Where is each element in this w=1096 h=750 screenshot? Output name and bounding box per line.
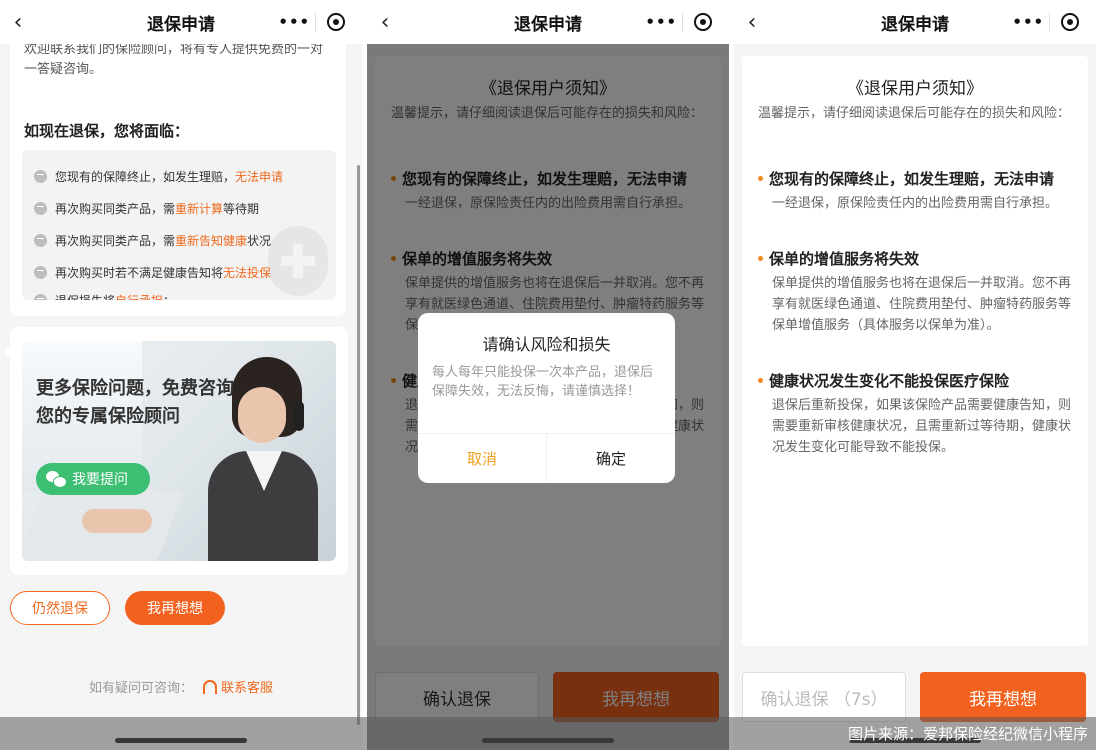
risk-item: 再次购买时若不满足健康告知将 无法投保 xyxy=(34,264,271,281)
image-source-caption: 图片来源：爱邦保险经纪微信小程序 xyxy=(847,725,1088,743)
risk-item: 退保损失将自行承担； xyxy=(34,292,175,300)
screen-retention-page: ‹ 退保申请 ••• 欢迎联系我们的保险顾问，将有专人提供免费的一对一答疑咨询。… xyxy=(0,0,362,750)
section-body: 保单提供的增值服务也将在退保后一并取消。您不再享有就医绿色通道、住院费用垫付、肿… xyxy=(772,276,1072,333)
section-body: 一经退保，原保险责任内的出险费用需自行承担。 xyxy=(772,196,1059,211)
close-target-icon[interactable] xyxy=(682,13,723,31)
notice-card: 《退保用户须知》 温馨提示，请仔细阅读退保后可能存在的损失和风险： 您现有的保障… xyxy=(742,56,1088,646)
risk-text-end: 等待期 xyxy=(223,202,260,216)
still-surrender-button[interactable]: 仍然退保 xyxy=(10,591,110,625)
customer-service-icon[interactable] xyxy=(203,679,217,694)
section-heading: 您现有的保障终止，如发生理赔，无法申请 xyxy=(769,170,1055,188)
back-icon[interactable]: ‹ xyxy=(742,10,762,35)
risk-highlight: 重新告知健康 xyxy=(175,234,248,248)
contact-prefix: 如有疑问可咨询： xyxy=(88,681,193,696)
section-body: 退保后重新投保，如果该保险产品需要健康告知，则需要重新审核健康状况，且需重新过等… xyxy=(772,398,1072,455)
source-caption-bar: 图片来源：爱邦保险经纪微信小程序 xyxy=(0,717,1096,750)
close-target-icon[interactable] xyxy=(315,13,356,31)
hand-illustration xyxy=(82,509,152,533)
notice-section: 您现有的保障终止，如发生理赔，无法申请 一经退保，原保险责任内的出险费用需自行承… xyxy=(758,168,1074,214)
bullet-dot-icon xyxy=(758,378,763,383)
notice-section: 健康状况发生变化不能投保医疗保险 退保后重新投保，如果该保险产品需要健康告知，则… xyxy=(758,370,1074,458)
more-icon[interactable]: ••• xyxy=(274,13,315,31)
mini-program-capsule: ••• xyxy=(1008,7,1090,37)
risk-item: 再次购买同类产品，需 重新计算 等待期 xyxy=(34,200,259,217)
notice-title: 《退保用户须知》 xyxy=(847,79,983,99)
dialog-cancel-button[interactable]: 取消 xyxy=(418,434,547,483)
section-heading: 健康状况发生变化不能投保医疗保险 xyxy=(769,372,1010,390)
notice-tip: 温馨提示，请仔细阅读退保后可能存在的损失和风险： xyxy=(758,106,1071,121)
risk-text-end: ； xyxy=(163,292,175,300)
risk-text: 再次购买同类产品，需 xyxy=(55,234,176,248)
sad-face-icon xyxy=(34,234,47,247)
risk-text: 您现有的保障终止，如发生理赔， xyxy=(55,170,236,184)
contact-row: 如有疑问可咨询： 联系客服 xyxy=(0,677,362,696)
risk-item: 您现有的保障终止，如发生理赔， 无法申请 xyxy=(34,168,283,185)
nav-bar: ‹ 退保申请 ••• xyxy=(734,0,1096,44)
section-heading: 保单的增值服务将失效 xyxy=(769,250,920,268)
risk-item: 再次购买同类产品，需 重新告知健康 状况 xyxy=(34,232,271,249)
notice-section: 保单的增值服务将失效 保单提供的增值服务也将在退保后一并取消。您不再享有就医绿色… xyxy=(758,248,1074,336)
dialog-buttons: 取消 确定 xyxy=(418,433,675,483)
mini-program-capsule: ••• xyxy=(641,7,723,37)
close-target-icon[interactable] xyxy=(1049,13,1090,31)
think-again-button[interactable]: 我再想想 xyxy=(125,591,225,625)
screen-notice-countdown: ‹ 退保申请 ••• 《退保用户须知》 温馨提示，请仔细阅读退保后可能存在的损失… xyxy=(734,0,1096,750)
contact-service-link[interactable]: 联系客服 xyxy=(221,677,273,696)
nav-bar: ‹ 退保申请 ••• xyxy=(0,0,362,44)
shield-watermark-icon xyxy=(268,226,328,296)
scrollbar[interactable] xyxy=(357,165,360,725)
risk-text: 再次购买时若不满足健康告知将 xyxy=(55,266,224,280)
dialog-body: 每人每年只能投保一次本产品，退保后保障失效，无法反悔，请谨慎选择！ xyxy=(432,365,654,399)
nav-bar: ‹ 退保申请 ••• xyxy=(367,0,729,44)
headset-icon xyxy=(294,401,304,431)
advisor-banner[interactable]: 更多保险问题，免费咨询您的专属保险顾问 我要提问 xyxy=(22,341,336,561)
bullet-dot-icon xyxy=(758,176,763,181)
sad-face-icon xyxy=(34,294,47,300)
page-title: 退保申请 xyxy=(514,14,582,35)
dialog-confirm-button[interactable]: 确定 xyxy=(547,434,675,483)
advisor-card: 更多保险问题，免费咨询您的专属保险顾问 我要提问 xyxy=(4,327,348,575)
advisor-intro-text: 欢迎联系我们的保险顾问，将有专人提供免费的一对一答疑咨询。 xyxy=(24,42,324,77)
mini-program-capsule: ••• xyxy=(274,7,356,37)
risk-text: 再次购买同类产品，需 xyxy=(55,202,176,216)
risk-text: 退保损失将 xyxy=(55,292,115,300)
risk-highlight: 无法申请 xyxy=(235,170,284,184)
risk-highlight: 无法投保 xyxy=(223,266,272,280)
think-again-button[interactable]: 我再想想 xyxy=(920,672,1086,722)
sad-face-icon xyxy=(34,170,47,183)
risk-highlight: 自行承担 xyxy=(115,292,163,300)
banner-headline: 更多保险问题，免费咨询您的专属保险顾问 xyxy=(36,378,234,427)
ask-question-label: 我要提问 xyxy=(72,472,128,488)
page-title: 退保申请 xyxy=(147,14,215,35)
risk-highlight: 重新计算 xyxy=(175,202,224,216)
ask-question-button[interactable]: 我要提问 xyxy=(36,463,150,495)
risk-list: 您现有的保障终止，如发生理赔， 无法申请 再次购买同类产品，需 重新计算 等待期 再次… xyxy=(22,150,336,300)
confirm-risk-dialog: 请确认风险和损失 每人每年只能投保一次本产品，退保后保障失效，无法反悔，请谨慎选… xyxy=(418,313,675,483)
risk-text-end: 状况 xyxy=(247,234,272,248)
bullet-dot-icon xyxy=(758,256,763,261)
more-icon[interactable]: ••• xyxy=(1008,13,1049,31)
sad-face-icon xyxy=(34,202,47,215)
more-icon[interactable]: ••• xyxy=(641,13,682,31)
sad-face-icon xyxy=(34,266,47,279)
page-title: 退保申请 xyxy=(881,14,949,35)
risk-heading: 如现在退保，您将面临： xyxy=(24,122,190,140)
wechat-icon xyxy=(46,471,67,488)
screen-confirm-dialog: ‹ 退保申请 ••• 《退保用户须知》 温馨提示，请仔细阅读退保后可能存在的损失… xyxy=(367,0,729,750)
risk-card: 欢迎联系我们的保险顾问，将有专人提供免费的一对一答疑咨询。 如现在退保，您将面临… xyxy=(10,30,346,316)
back-icon[interactable]: ‹ xyxy=(8,10,28,35)
back-icon[interactable]: ‹ xyxy=(375,10,395,35)
confirm-surrender-countdown-button[interactable]: 确认退保 （7s） xyxy=(742,672,906,722)
dialog-title: 请确认风险和损失 xyxy=(482,335,611,354)
